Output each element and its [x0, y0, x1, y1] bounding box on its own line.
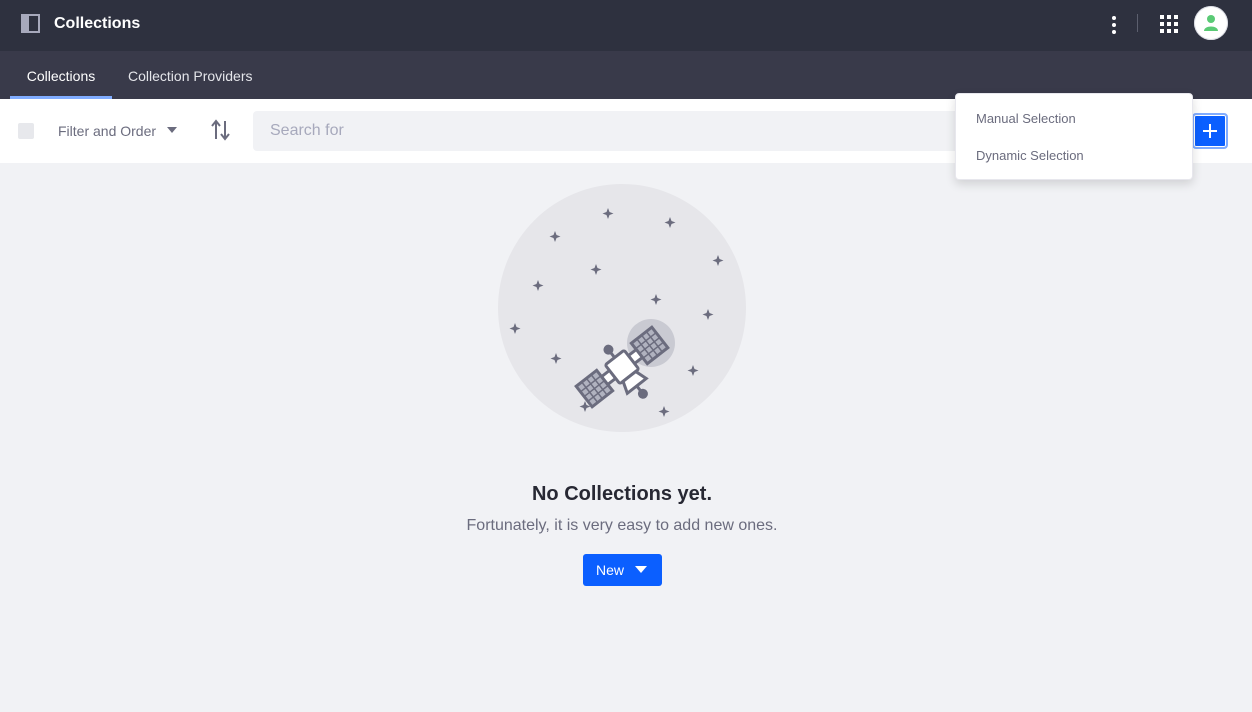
- header-divider: [1137, 14, 1138, 32]
- caret-down-icon: [635, 566, 647, 573]
- plus-icon: [1203, 124, 1217, 138]
- filter-and-order-dropdown[interactable]: Filter and Order: [58, 123, 156, 139]
- sort-order-icon[interactable]: [211, 119, 231, 141]
- product-menu-panel-icon[interactable]: [21, 14, 40, 33]
- user-avatar-icon: [1204, 15, 1218, 31]
- add-collection-button[interactable]: [1192, 113, 1228, 149]
- new-button[interactable]: New: [583, 554, 662, 586]
- apps-grid-icon[interactable]: [1160, 15, 1179, 34]
- ellipsis-v-icon[interactable]: [1104, 13, 1124, 37]
- caret-down-icon[interactable]: [167, 127, 177, 133]
- top-header: Collections: [0, 0, 1252, 51]
- tab-navigation: Collections Collection Providers: [0, 51, 1252, 99]
- new-button-label: New: [596, 562, 625, 578]
- tab-collections[interactable]: Collections: [10, 51, 112, 99]
- add-dropdown-menu: Manual Selection Dynamic Selection: [955, 93, 1193, 180]
- empty-state-description: Fortunately, it is very easy to add new …: [466, 517, 778, 534]
- satellite-empty-state-illustration: [498, 184, 746, 432]
- menu-item-dynamic-selection[interactable]: Dynamic Selection: [976, 148, 1084, 163]
- tab-collection-providers[interactable]: Collection Providers: [128, 51, 253, 99]
- user-avatar[interactable]: [1194, 6, 1228, 40]
- search-input[interactable]: [253, 111, 1013, 151]
- select-all-checkbox[interactable]: [18, 123, 34, 139]
- page-title: Collections: [54, 15, 141, 32]
- empty-state-title: No Collections yet.: [531, 483, 713, 505]
- menu-item-manual-selection[interactable]: Manual Selection: [976, 111, 1076, 126]
